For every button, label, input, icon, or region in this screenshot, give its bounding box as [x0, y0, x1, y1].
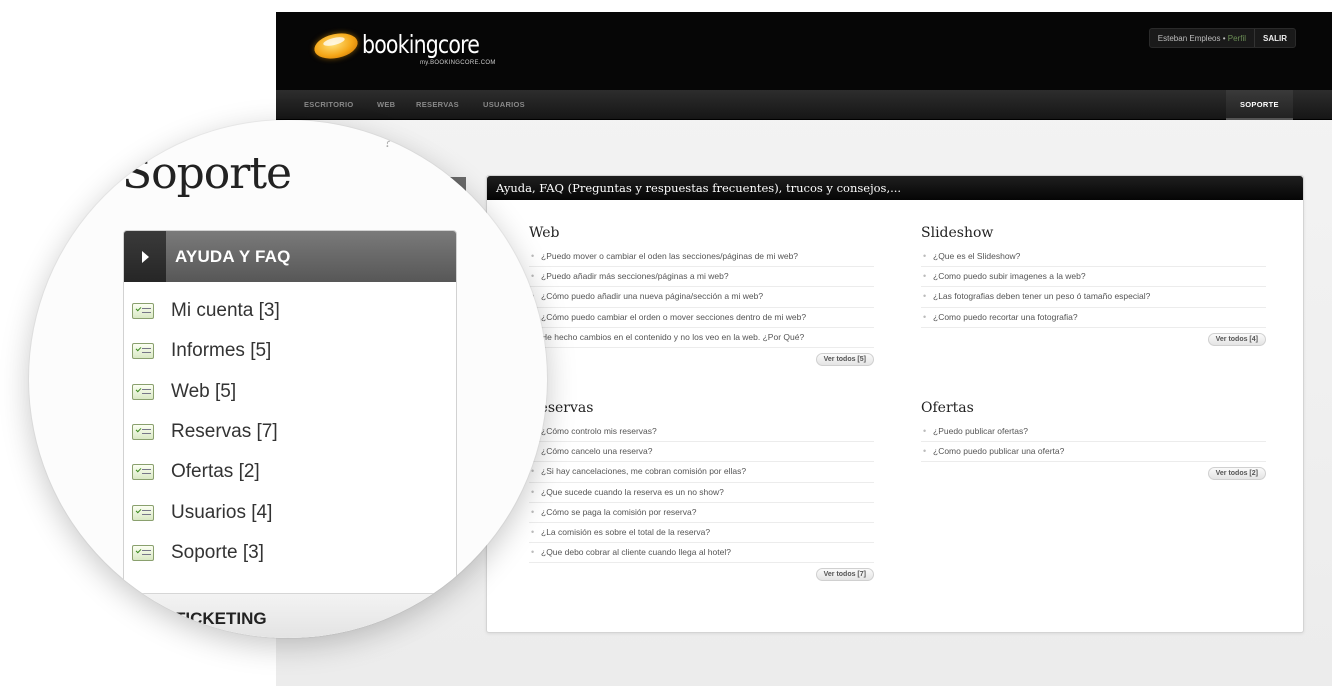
ver-todos-button[interactable]: Ver todos [7]: [815, 568, 874, 582]
user-info: Esteban Empleos • Perfil: [1150, 34, 1254, 43]
sidebar-item-mi-cuenta[interactable]: Mi cuenta [3]: [132, 291, 280, 331]
ver-todos-button[interactable]: Ver todos [4]: [1207, 332, 1266, 346]
faq-question[interactable]: ¿Como puedo publicar una oferta?: [921, 442, 1266, 463]
faq-section-title: Ofertas: [921, 400, 974, 416]
faq-section-reservas: Reservas ¿Cómo controlo mis reservas? ¿C…: [529, 400, 874, 582]
logout-button[interactable]: SALIR: [1254, 29, 1295, 47]
caret-right-icon: [124, 231, 166, 282]
faq-section-slideshow: Slideshow ¿Que es el Slideshow? ¿Como pu…: [921, 225, 1266, 346]
magnifier-lens: ? Soporte AYUDA Y FAQ Mi cuenta [3] Info…: [29, 120, 547, 638]
caret-right-icon: [124, 594, 166, 639]
user-name: Esteban Empleos: [1157, 33, 1221, 43]
user-separator: •: [1222, 33, 1226, 43]
support-sidebar: AYUDA Y FAQ Mi cuenta [3] Informes [5] W…: [123, 230, 457, 638]
user-box: Esteban Empleos • Perfil SALIR: [1148, 28, 1296, 48]
sidebar-section-label: TICKETING: [175, 608, 267, 628]
logo-bean-icon: [311, 29, 361, 63]
page-title: Soporte: [122, 148, 292, 199]
sidebar-item-soporte[interactable]: Soporte [3]: [132, 533, 280, 573]
faq-question[interactable]: ¿Como puedo recortar una fotografia?: [921, 308, 1266, 328]
sidebar-item-reservas[interactable]: Reservas [7]: [132, 412, 280, 452]
main-nav: ESCRITORIO WEB RESERVAS USUARIOS SOPORTE: [276, 90, 1332, 120]
checklist-icon: [132, 464, 154, 481]
faq-question[interactable]: ¿Cómo controlo mis reservas?: [529, 422, 874, 443]
top-header: bookingcore my.BOOKINGCORE.COM Esteban E…: [276, 12, 1332, 90]
faq-question[interactable]: ¿Como puedo subir imagenes a la web?: [921, 267, 1266, 288]
faq-question[interactable]: ¿Cómo puedo cambiar el orden o mover sec…: [529, 308, 874, 328]
faq-question[interactable]: ¿Que debo cobrar al cliente cuando llega…: [529, 543, 874, 564]
logo[interactable]: bookingcore my.BOOKINGCORE.COM: [311, 29, 505, 66]
checklist-icon: [132, 544, 154, 561]
logo-name: bookingcore: [362, 30, 480, 59]
faq-section-web: Web ¿Puedo mover o cambiar el oden las s…: [529, 225, 874, 366]
faq-question[interactable]: ¿Si hay cancelaciones, me cobran comisió…: [529, 462, 874, 483]
sidebar-item-label: Reservas [7]: [171, 421, 278, 443]
sidebar-item-label: Usuarios [4]: [171, 501, 273, 523]
ver-todos-button[interactable]: Ver todos [2]: [1207, 467, 1266, 481]
faq-panel: Ayuda, FAQ (Preguntas y respuestas frecu…: [486, 175, 1304, 633]
checklist-icon: [132, 303, 154, 320]
sidebar-item-label: Mi cuenta [3]: [171, 300, 280, 322]
nav-usuarios[interactable]: USUARIOS: [483, 90, 525, 120]
sidebar-item-web[interactable]: Web [5]: [132, 372, 280, 412]
sidebar-item-label: Web [5]: [171, 380, 237, 402]
faq-section-title: Web: [529, 225, 560, 241]
nav-reservas[interactable]: RESERVAS: [416, 90, 459, 120]
sidebar-item-label: Soporte [3]: [171, 541, 264, 563]
sidebar-item-label: Ofertas [2]: [171, 461, 260, 483]
faq-question[interactable]: ¿Cómo puedo añadir una nueva página/secc…: [529, 287, 874, 308]
sidebar-item-ofertas[interactable]: Ofertas [2]: [132, 452, 280, 492]
ver-todos-button[interactable]: Ver todos [5]: [815, 352, 874, 366]
faq-question[interactable]: ¿Cómo se paga la comisión por reserva?: [529, 503, 874, 523]
profile-link[interactable]: Perfil: [1228, 34, 1246, 43]
sidebar-item-usuarios[interactable]: Usuarios [4]: [132, 492, 280, 532]
checklist-icon: [132, 424, 154, 441]
logo-subdomain: my.BOOKINGCORE.COM: [420, 60, 496, 66]
sidebar-menu: Mi cuenta [3] Informes [5] Web [5] Reser…: [132, 291, 280, 573]
faq-question[interactable]: ¿Las fotografias deben tener un peso ó t…: [921, 287, 1266, 308]
faq-section-ofertas: Ofertas ¿Puedo publicar ofertas? ¿Como p…: [921, 400, 1266, 481]
faq-panel-title: Ayuda, FAQ (Preguntas y respuestas frecu…: [487, 176, 1303, 200]
faq-question[interactable]: ¿Que es el Slideshow?: [921, 247, 1266, 268]
faq-question[interactable]: ¿La comisión es sobre el total de la res…: [529, 523, 874, 544]
faq-question[interactable]: He hecho cambios en el contenido y no lo…: [529, 328, 874, 348]
checklist-icon: [132, 343, 154, 360]
faq-section-title: Reservas: [529, 400, 594, 416]
faq-question[interactable]: ¿Puedo publicar ofertas?: [921, 422, 1266, 443]
faq-question[interactable]: ¿Puedo mover o cambiar el oden las secci…: [529, 247, 874, 268]
checklist-icon: [132, 383, 154, 400]
sidebar-section-ticketing[interactable]: TICKETING: [124, 593, 456, 638]
nav-soporte[interactable]: SOPORTE: [1226, 90, 1293, 120]
sidebar-item-label: Informes [5]: [171, 340, 272, 362]
faq-question[interactable]: ¿Puedo añadir más secciones/páginas a mi…: [529, 267, 874, 288]
nav-web[interactable]: WEB: [377, 90, 395, 120]
faq-section-title: Slideshow: [921, 225, 994, 241]
magnified-ghost-text: ?: [384, 135, 392, 151]
faq-question[interactable]: ¿Que sucede cuando la reserva es un no s…: [529, 483, 874, 503]
faq-question[interactable]: ¿Cómo cancelo una reserva?: [529, 442, 874, 463]
sidebar-section-label: AYUDA Y FAQ: [175, 246, 291, 266]
checklist-icon: [132, 504, 154, 521]
nav-escritorio[interactable]: ESCRITORIO: [304, 90, 354, 120]
sidebar-section-ayuda-faq[interactable]: AYUDA Y FAQ: [124, 231, 456, 282]
sidebar-item-informes[interactable]: Informes [5]: [132, 331, 280, 371]
